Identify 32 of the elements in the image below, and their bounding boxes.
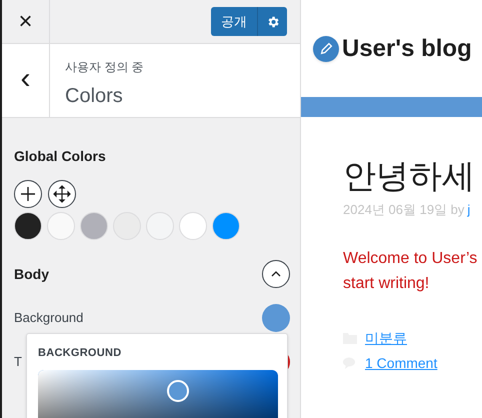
body-heading: Body — [14, 264, 49, 284]
color-swatch[interactable] — [146, 212, 174, 240]
section-title: Colors — [65, 84, 124, 109]
color-swatch[interactable] — [47, 212, 75, 240]
plus-icon — [20, 186, 36, 202]
color-swatch[interactable] — [14, 212, 42, 240]
post-excerpt: Welcome to User’s start writing! — [343, 248, 478, 294]
move-button[interactable] — [48, 180, 76, 208]
post-title: 안녕하세 — [343, 156, 476, 196]
comments-link[interactable]: 1 Comment — [365, 352, 438, 374]
author-link[interactable]: j — [467, 200, 470, 220]
color-setting-label: Background — [14, 309, 84, 328]
category-link[interactable]: 미분류 — [365, 328, 407, 349]
color-swatch[interactable] — [212, 212, 240, 240]
close-button[interactable]: × — [2, 0, 50, 43]
color-button[interactable] — [262, 304, 290, 332]
post-date: 2024년 06월 19일 by — [343, 201, 464, 220]
move-icon — [53, 185, 71, 203]
settings-icon — [266, 14, 280, 28]
color-swatch[interactable] — [80, 212, 108, 240]
color-setting-label: T — [14, 353, 22, 372]
picker-title: BACKGROUND — [38, 346, 122, 361]
add-button[interactable] — [14, 180, 42, 208]
global-colors-heading: Global Colors — [14, 147, 107, 166]
color-swatch[interactable] — [179, 212, 207, 240]
back-button[interactable]: ‹ — [2, 44, 50, 117]
collapse-button[interactable] — [262, 260, 290, 288]
pencil-icon — [320, 42, 332, 55]
customizing-label: 사용자 정의 중 — [65, 59, 144, 76]
chevron-up-icon — [271, 271, 281, 277]
site-title[interactable]: User's blog — [342, 30, 472, 66]
picker-handle[interactable] — [167, 380, 189, 402]
